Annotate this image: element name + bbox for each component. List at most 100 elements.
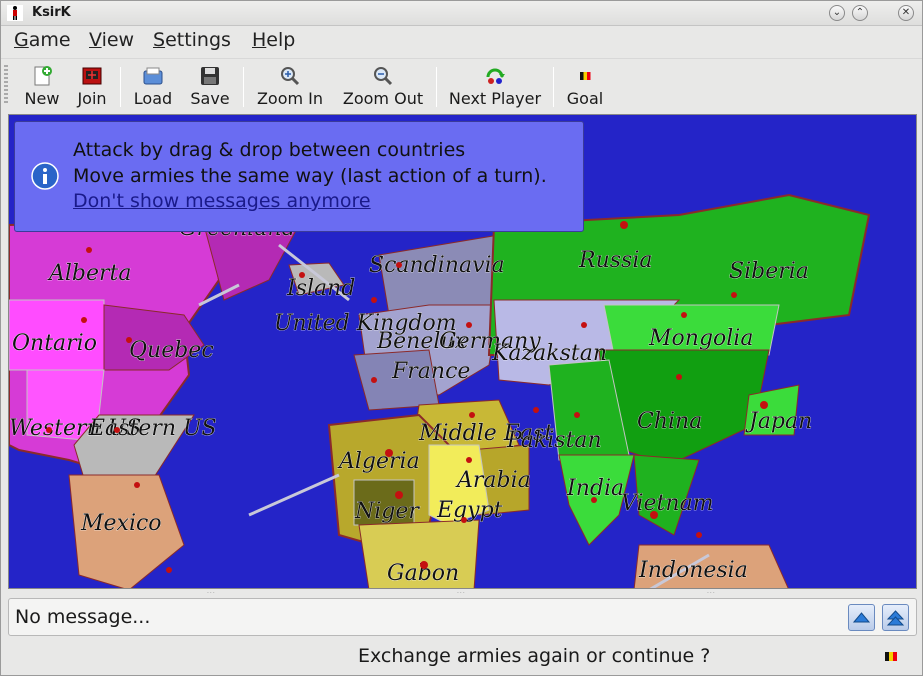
next-player-button[interactable]: Next Player (446, 63, 544, 109)
menu-help[interactable]: Help (252, 29, 295, 51)
zoom-out-label: Zoom Out (342, 89, 424, 108)
soldier-icon (114, 427, 120, 433)
label-russia: Russia (578, 248, 652, 273)
status-text: Exchange armies again or continue ? (358, 645, 711, 667)
cavalry-icon (466, 322, 472, 328)
zoom-out-icon (374, 67, 393, 86)
close-button[interactable]: ✕ (898, 5, 914, 21)
label-alberta: Alberta (47, 261, 132, 286)
chevron-down-icon: ⌄ (832, 7, 842, 18)
zoom-out-button[interactable]: Zoom Out (339, 63, 427, 109)
soldier-icon (676, 374, 682, 380)
new-document-icon (34, 66, 52, 86)
menu-view-label: iew (101, 29, 135, 51)
menu-settings[interactable]: Settings (153, 29, 231, 51)
window-title: KsirK (32, 5, 71, 20)
arrow-up-icon (852, 612, 871, 623)
cavalry-icon (581, 322, 587, 328)
toolbar-separator (553, 67, 554, 107)
new-game-button[interactable]: New (19, 63, 65, 109)
menu-bar: Game View Settings Help (1, 27, 922, 57)
label-niger: Niger (354, 499, 420, 524)
save-game-button[interactable]: Save (186, 63, 234, 109)
label-vietnam: Vietnam (621, 491, 714, 516)
menu-game[interactable]: Game (14, 29, 71, 51)
soldier-icon (81, 317, 87, 323)
splitter-handle[interactable]: ··· (707, 590, 717, 597)
expand-messages-fully-button[interactable] (882, 604, 909, 631)
menu-settings-label: ettings (165, 29, 231, 51)
soldier-icon (469, 412, 475, 418)
goal-button[interactable]: Goal (563, 63, 607, 109)
menu-game-key: G (14, 29, 29, 51)
save-floppy-icon (201, 67, 219, 85)
soldier-icon (396, 262, 402, 268)
label-island: Island (286, 276, 355, 301)
toolbar-separator (120, 67, 121, 107)
toolbar-separator (436, 67, 437, 107)
dont-show-messages-link[interactable]: Don't show messages anymore (73, 190, 371, 212)
cavalry-icon (371, 377, 377, 383)
label-japan: Japan (745, 409, 812, 434)
soldier-icon (86, 247, 92, 253)
label-mongolia: Mongolia (648, 326, 753, 351)
soldier-group-icon (420, 561, 428, 569)
soldier-group-icon (760, 401, 768, 409)
next-player-label: Next Player (448, 89, 542, 108)
label-mexico: Mexico (80, 511, 162, 536)
menu-settings-key: S (153, 29, 166, 51)
menu-view[interactable]: View (89, 29, 134, 51)
expand-messages-button[interactable] (848, 604, 875, 631)
ksirk-app-icon (7, 5, 23, 21)
label-egypt: Egypt (436, 498, 503, 523)
cavalry-icon (166, 567, 172, 573)
label-france: France (391, 359, 470, 384)
label-eastern-us: Eastern US (88, 416, 217, 441)
soldier-icon (574, 412, 580, 418)
menu-help-key: H (252, 29, 267, 51)
soldier-group-icon (385, 449, 393, 457)
next-player-icon (486, 68, 505, 84)
soldier-group-icon (620, 221, 628, 229)
splitter-handle[interactable]: ··· (207, 590, 217, 597)
menu-game-label: ame (28, 29, 71, 51)
main-window: KsirK ⌄ ⌃ ✕ Game View Settings Help New (0, 0, 923, 676)
label-quebec: Quebec (129, 338, 214, 363)
info-line-attack: Attack by drag & drop between countries (73, 139, 466, 161)
menu-help-label: elp (266, 29, 296, 51)
load-game-button[interactable]: Load (128, 63, 178, 109)
cavalry-icon (371, 297, 377, 303)
soldier-icon (461, 517, 467, 523)
toolbar-separator (243, 67, 244, 107)
maximize-button[interactable]: ⌃ (852, 5, 868, 21)
save-game-label: Save (190, 89, 230, 108)
label-kazakstan: Kazakstan (491, 341, 607, 366)
load-icon (143, 67, 163, 85)
chevron-up-icon: ⌃ (855, 7, 865, 18)
cavalry-icon (533, 407, 539, 413)
label-siberia: Siberia (729, 259, 809, 284)
join-game-button[interactable]: Join (71, 63, 113, 109)
soldier-group-icon (650, 511, 658, 519)
label-china: China (637, 409, 702, 434)
soldier-icon (591, 497, 597, 503)
zoom-in-button[interactable]: Zoom In (253, 63, 327, 109)
title-bar[interactable]: KsirK ⌄ ⌃ ✕ (1, 1, 922, 26)
splitter-handle[interactable]: ··· (457, 590, 467, 597)
message-text: No message... (15, 606, 151, 628)
cavalry-icon (681, 312, 687, 318)
soldier-icon (731, 292, 737, 298)
goal-label: Goal (566, 89, 604, 108)
info-icon (31, 162, 59, 190)
toolbar-grip[interactable] (4, 65, 8, 105)
info-popup: Attack by drag & drop between countries … (14, 121, 584, 232)
label-arabia: Arabia (455, 468, 531, 493)
soldier-icon (134, 482, 140, 488)
zoom-in-label: Zoom In (256, 89, 324, 108)
message-panel: No message... (8, 598, 917, 636)
label-scandinavia: Scandinavia (369, 253, 505, 278)
join-game-label: Join (77, 89, 107, 108)
cavalry-icon (126, 337, 132, 343)
minimize-button[interactable]: ⌄ (829, 5, 845, 21)
join-network-icon (82, 67, 102, 85)
